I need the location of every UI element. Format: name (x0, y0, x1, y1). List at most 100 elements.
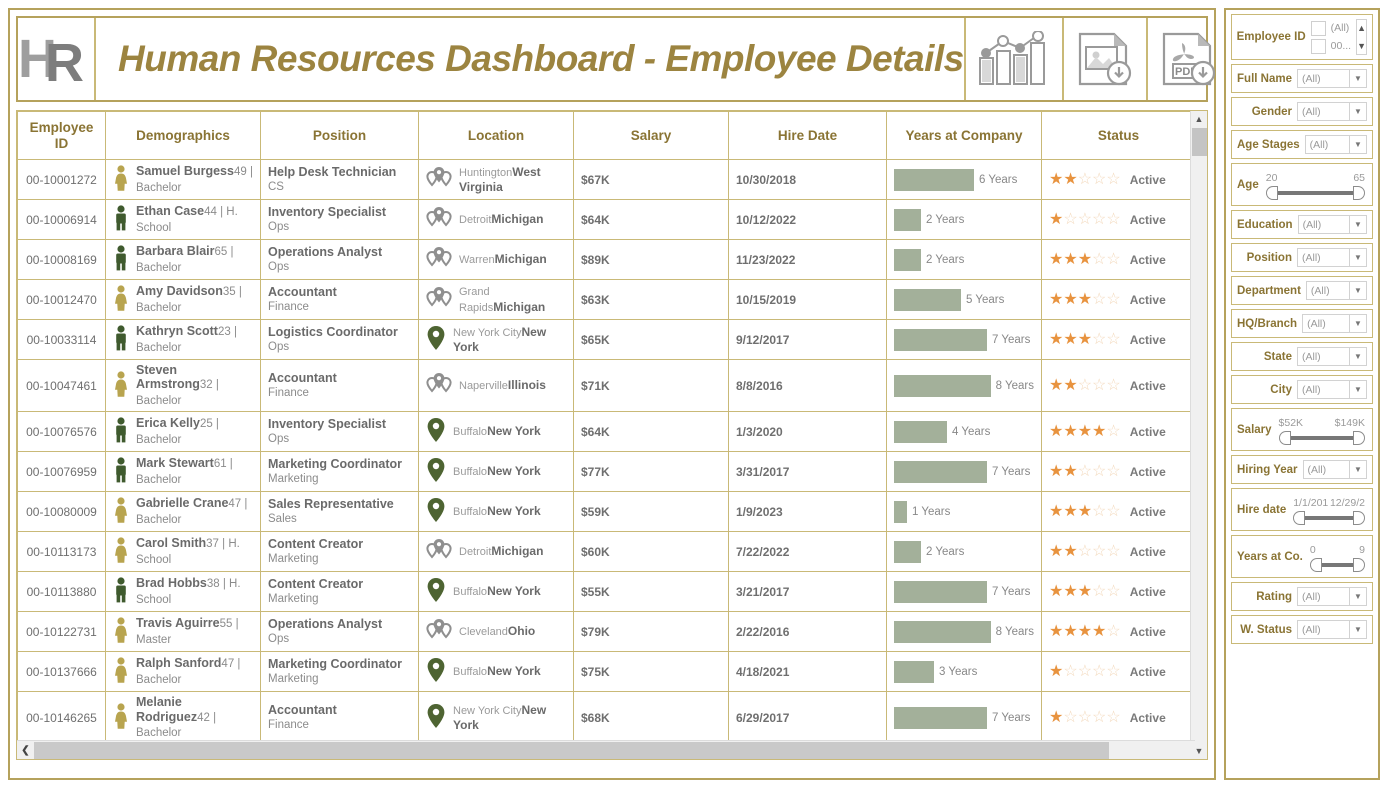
pdf-download-button[interactable]: PDF (1145, 18, 1230, 100)
logo-container: H R (18, 18, 96, 100)
table-row[interactable]: 00-10006914 Ethan Case44 | H. School Inven… (17, 199, 1190, 240)
male-icon (116, 205, 126, 231)
table-row[interactable]: 00-10047461 Steven Armstrong32 | Bachelor… (17, 358, 1190, 413)
table-row[interactable]: 00-10001272 Samuel Burgess49 | Bachelor He… (17, 159, 1190, 200)
cell-salary: $64K (573, 199, 729, 240)
chevron-down-icon[interactable]: ▼ (1349, 136, 1366, 153)
cell-salary: $79K (573, 611, 729, 653)
scroll-left-icon[interactable]: ❮ (17, 741, 34, 760)
female-icon (115, 657, 127, 683)
position-department: Finance (268, 718, 309, 731)
chevron-down-icon[interactable]: ▼ (1349, 315, 1366, 332)
column-header[interactable]: Demographics (105, 111, 261, 160)
range-slider[interactable] (1293, 511, 1365, 525)
filter-dropdown[interactable]: (All) ▼ (1297, 380, 1367, 399)
table-row[interactable]: 00-10080009 Gabrielle Crane47 | Bachelor S… (17, 491, 1190, 533)
filter-dropdown[interactable]: (All) ▼ (1297, 347, 1367, 366)
table-row[interactable]: 00-10137666 Ralph Sanford47 | Bachelor Mar… (17, 651, 1190, 693)
slider-handle-right[interactable] (1353, 511, 1365, 525)
range-slider[interactable] (1278, 431, 1365, 445)
chevron-down-icon[interactable]: ▼ (1349, 381, 1366, 398)
filter-dropdown[interactable]: (All) ▼ (1302, 460, 1367, 479)
image-download-button[interactable] (1061, 18, 1146, 100)
chart-icon-button[interactable] (963, 18, 1062, 100)
cell-employee-id: 00-10146265 (17, 691, 106, 740)
table-row[interactable]: 00-10008169 Barbara Blair65 | Bachelor Ope… (17, 239, 1190, 280)
slider-track (1274, 191, 1356, 195)
horizontal-scroll-thumb[interactable] (34, 741, 1109, 759)
table-row[interactable]: 00-10076576 Erica Kelly25 | Bachelor Inven… (17, 411, 1190, 453)
scroll-up-icon[interactable]: ▲ (1357, 20, 1366, 36)
filter-checklist[interactable]: (All) 00... (1310, 20, 1351, 54)
cell-position: Inventory Specialist Ops (260, 199, 419, 240)
range-slider[interactable] (1309, 558, 1365, 572)
column-header[interactable]: Location (418, 111, 574, 160)
filter-dropdown[interactable]: (All) ▼ (1304, 135, 1367, 154)
chevron-down-icon[interactable]: ▼ (1349, 461, 1366, 478)
table-row[interactable]: 00-10076959 Mark Stewart61 | Bachelor Mark… (17, 451, 1190, 493)
column-header[interactable]: Salary (573, 111, 729, 160)
location-city: Detroit (459, 213, 492, 226)
slider-handle-left[interactable] (1265, 186, 1278, 200)
position-department: CS (268, 180, 284, 193)
chevron-down-icon[interactable]: ▼ (1349, 282, 1366, 299)
dropdown-value: (All) (1307, 318, 1326, 330)
chevron-down-icon[interactable]: ▼ (1349, 621, 1366, 638)
filter-dropdown[interactable]: (All) ▼ (1297, 620, 1367, 639)
vertical-scroll-thumb[interactable] (1192, 128, 1207, 156)
gender-icon (113, 205, 129, 234)
column-header[interactable]: Status (1041, 111, 1190, 160)
filter-dropdown[interactable]: (All) ▼ (1297, 248, 1367, 267)
checkbox-icon[interactable] (1310, 38, 1326, 54)
column-header[interactable]: Hire Date (728, 111, 887, 160)
checkbox-icon[interactable] (1310, 20, 1326, 36)
years-label: 2 Years (926, 545, 965, 558)
cell-years-at-company: 8 Years (886, 358, 1042, 413)
location-state: New York (487, 464, 541, 479)
table-row[interactable]: 00-10113173 Carol Smith37 | H. School Cont… (17, 531, 1190, 573)
scroll-up-icon[interactable]: ▲ (1191, 111, 1207, 127)
chevron-down-icon[interactable]: ▼ (1349, 103, 1366, 120)
column-header[interactable]: Years at Company (886, 111, 1042, 160)
table-row[interactable]: 00-10033114 Kathryn Scott23 | Bachelor Log… (17, 319, 1190, 360)
slider-handle-left[interactable] (1293, 511, 1306, 525)
map-pins-branch-icon (426, 539, 452, 559)
table-horizontal-scrollbar[interactable]: ❮ (17, 740, 1195, 759)
table-row[interactable]: 00-10122731 Travis Aguirre55 | Master Oper… (17, 611, 1190, 653)
chevron-down-icon[interactable]: ▼ (1349, 588, 1366, 605)
cell-location: BuffaloNew York (418, 571, 574, 613)
slider-handle-right[interactable] (1353, 431, 1365, 445)
filter-dropdown[interactable]: (All) ▼ (1297, 102, 1367, 121)
column-header[interactable]: Employee ID (17, 111, 106, 160)
slider-handle-left[interactable] (1309, 558, 1322, 572)
table-row[interactable]: 00-10146265 Melanie Rodriguez42 | Bachelo… (17, 691, 1190, 740)
chevron-down-icon[interactable]: ▼ (1349, 70, 1366, 87)
scroll-down-icon[interactable]: ▼ (1357, 38, 1366, 54)
filter-dropdown[interactable]: (All) ▼ (1297, 587, 1367, 606)
filter-dropdown[interactable]: (All) ▼ (1305, 281, 1367, 300)
filter-card: Education (All) ▼ (1231, 210, 1373, 239)
checkbox-option[interactable]: (All) (1310, 20, 1351, 36)
table-vertical-scrollbar[interactable]: ▲ ▼ (1190, 111, 1207, 759)
filter-dropdown[interactable]: (All) ▼ (1302, 314, 1367, 333)
chevron-down-icon[interactable]: ▼ (1349, 249, 1366, 266)
column-header[interactable]: Position (260, 111, 419, 160)
slider-handle-right[interactable] (1353, 186, 1365, 200)
filter-label: City (1270, 383, 1292, 396)
status-badge: Active (1129, 292, 1166, 307)
range-slider[interactable] (1265, 186, 1365, 200)
filter-dropdown[interactable]: (All) ▼ (1297, 69, 1367, 88)
table-row[interactable]: 00-10113880 Brad Hobbs38 | H. School Conte… (17, 571, 1190, 613)
filter-dropdown[interactable]: (All) ▼ (1297, 215, 1367, 234)
chevron-down-icon[interactable]: ▼ (1349, 348, 1366, 365)
cell-years-at-company: 3 Years (886, 651, 1042, 693)
location-icon (426, 206, 452, 233)
chevron-down-icon[interactable]: ▼ (1349, 216, 1366, 233)
female-icon (115, 371, 127, 397)
status-badge: Active (1129, 664, 1166, 679)
slider-handle-right[interactable] (1353, 558, 1365, 572)
slider-handle-left[interactable] (1278, 431, 1291, 445)
table-row[interactable]: 00-10012470 Amy Davidson35 | Bachelor Acco… (17, 279, 1190, 320)
checkbox-option[interactable]: 00... (1310, 38, 1351, 54)
filter-list-scrollbar[interactable]: ▲ ▼ (1356, 19, 1367, 55)
